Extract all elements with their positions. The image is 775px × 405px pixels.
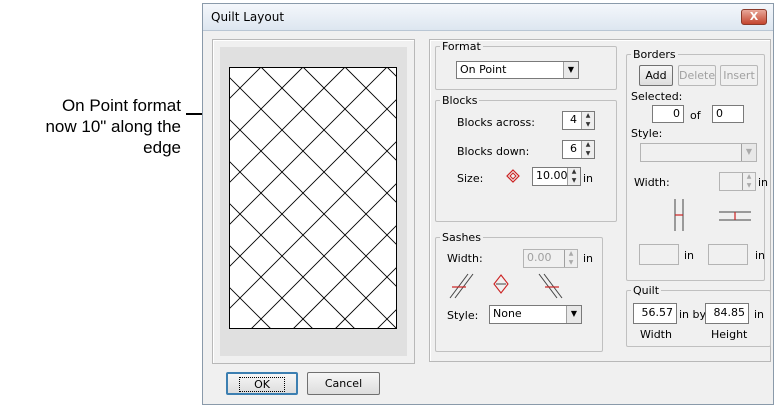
of-label: of	[690, 109, 701, 122]
blocks-down-value: 6	[570, 142, 577, 155]
quilt-width-field: 56.57	[633, 303, 677, 324]
add-border-button[interactable]: Add	[639, 65, 673, 86]
size-label: Size:	[457, 172, 484, 185]
blocks-across-value: 4	[570, 113, 577, 126]
quilt-unit: in	[754, 308, 765, 321]
spin-up-icon[interactable]: ▲	[564, 250, 577, 259]
height-caption: Height	[711, 328, 748, 341]
blocks-across-label: Blocks across:	[457, 116, 535, 129]
quilt-preview	[229, 67, 397, 329]
insert-border-button[interactable]: Insert	[720, 65, 758, 86]
top-border-unit: in	[755, 249, 766, 262]
sash-width-stepper[interactable]: 0.00 ▲ ▼	[523, 249, 578, 268]
chevron-down-icon[interactable]: ▼	[563, 62, 578, 78]
sash-width-label: Width:	[447, 252, 483, 265]
ok-button[interactable]: OK	[226, 372, 298, 395]
selected-border-field[interactable]: 0	[652, 105, 684, 123]
format-dropdown[interactable]: On Point ▼	[456, 61, 579, 79]
spin-up-icon[interactable]: ▲	[567, 168, 580, 177]
chevron-down-icon[interactable]: ▼	[566, 306, 581, 323]
in-by-label: in by	[679, 308, 707, 321]
sash-diamond-icon	[493, 274, 509, 294]
sashes-legend: Sashes	[442, 231, 481, 244]
title-bar: Quilt Layout X	[203, 4, 773, 31]
border-width-unit: in	[758, 176, 769, 189]
quilt-outline	[229, 67, 397, 329]
close-icon: X	[749, 10, 759, 23]
ok-label: OK	[239, 377, 285, 392]
spin-down-icon[interactable]: ▼	[742, 182, 755, 190]
size-unit: in	[583, 172, 594, 185]
side-border-width-field[interactable]	[639, 244, 679, 265]
side-border-icon	[674, 199, 684, 231]
quilt-height-field: 84.85	[705, 303, 749, 324]
spin-down-icon[interactable]: ▼	[564, 259, 577, 267]
blocks-across-stepper[interactable]: 4 ▲ ▼	[562, 111, 595, 130]
sash-style-dropdown[interactable]: None ▼	[489, 305, 582, 324]
spin-down-icon[interactable]: ▼	[567, 177, 580, 185]
cancel-button[interactable]: Cancel	[307, 372, 380, 395]
width-caption: Width	[640, 328, 672, 341]
spin-down-icon[interactable]: ▼	[581, 150, 594, 158]
diamond-block-icon	[506, 169, 520, 183]
top-border-icon	[719, 211, 751, 221]
spin-down-icon[interactable]: ▼	[581, 121, 594, 129]
spin-up-icon[interactable]: ▲	[581, 112, 594, 121]
border-style-dropdown[interactable]: ▼	[640, 143, 757, 162]
border-style-label: Style:	[631, 127, 663, 140]
spin-up-icon[interactable]: ▲	[581, 141, 594, 150]
sash-style-value: None	[493, 307, 522, 320]
spin-up-icon[interactable]: ▲	[742, 173, 755, 182]
sash-left-icon	[449, 273, 474, 299]
border-width-stepper[interactable]: ▲ ▼	[719, 172, 756, 191]
selected-label: Selected:	[631, 90, 683, 103]
quilt-layout-dialog: Quilt Layout X Format On Point ▼ Blocks …	[202, 3, 774, 405]
top-border-width-field[interactable]	[708, 244, 748, 265]
sash-right-icon	[538, 273, 563, 299]
side-border-unit: in	[684, 249, 695, 262]
delete-border-button[interactable]: Delete	[678, 65, 716, 86]
callout-annotation: On Point format now 10" along the edge	[45, 96, 181, 157]
blocks-legend: Blocks	[442, 94, 478, 107]
blocks-down-label: Blocks down:	[457, 145, 530, 158]
format-value: On Point	[460, 63, 507, 76]
quilt-legend: Quilt	[633, 284, 660, 297]
block-size-stepper[interactable]: 10.00 ▲ ▼	[532, 167, 581, 186]
dialog-title: Quilt Layout	[211, 10, 285, 24]
close-button[interactable]: X	[741, 9, 767, 25]
border-width-label: Width:	[634, 176, 670, 189]
blocks-down-stepper[interactable]: 6 ▲ ▼	[562, 140, 595, 159]
chevron-down-icon[interactable]: ▼	[741, 144, 756, 161]
total-borders-field: 0	[712, 105, 744, 123]
sash-width-value: 0.00	[527, 251, 552, 264]
sash-width-unit: in	[583, 252, 594, 265]
borders-legend: Borders	[633, 48, 676, 61]
block-size-value: 10.00	[536, 169, 568, 182]
format-legend: Format	[442, 40, 481, 53]
sash-style-label: Style:	[447, 309, 479, 322]
